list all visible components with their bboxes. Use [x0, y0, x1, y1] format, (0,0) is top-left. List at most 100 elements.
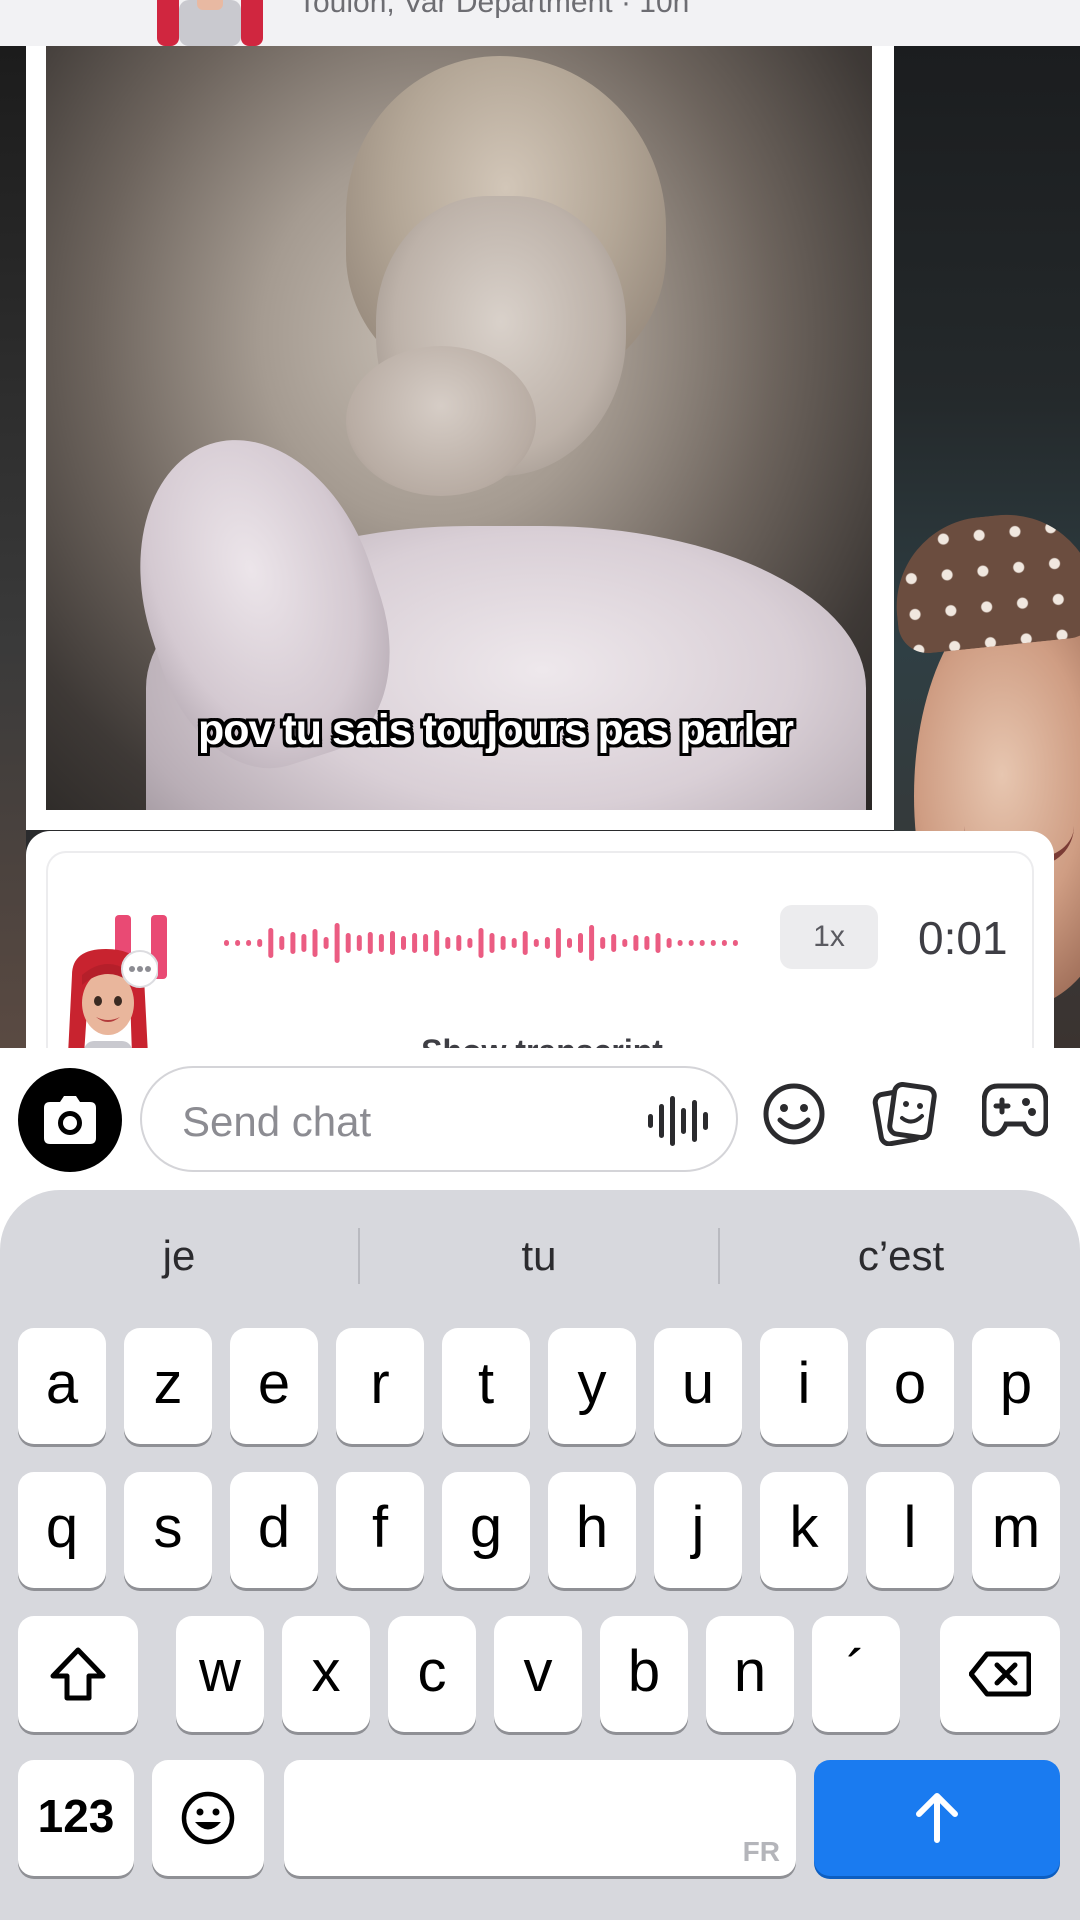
key-y[interactable]: y — [548, 1328, 636, 1444]
shared-photo[interactable]: pov tu sais toujours pas parler — [46, 46, 872, 810]
waveform-bar — [334, 923, 340, 963]
show-transcript-link[interactable]: Show transcript — [48, 1033, 1036, 1048]
key-x[interactable]: x — [282, 1616, 370, 1732]
friend-avatar[interactable] — [155, 0, 265, 46]
key-s[interactable]: s — [124, 1472, 212, 1588]
keyboard-language-label: FR — [742, 1836, 780, 1867]
waveform-bar — [688, 940, 694, 946]
send-chat-input[interactable]: Send chat — [140, 1066, 738, 1172]
waveform-bar — [511, 938, 517, 948]
emoji-keyboard-key[interactable] — [152, 1760, 264, 1876]
waveform-graphic[interactable] — [224, 915, 744, 971]
waveform-bar — [732, 940, 738, 946]
waveform-bar — [323, 937, 329, 949]
key-u[interactable]: u — [654, 1328, 742, 1444]
key-p[interactable]: p — [972, 1328, 1060, 1444]
key-e[interactable]: e — [230, 1328, 318, 1444]
send-chat-placeholder: Send chat — [182, 1098, 372, 1145]
send-key[interactable] — [814, 1760, 1060, 1876]
waveform-bar — [445, 937, 451, 949]
key-g[interactable]: g — [442, 1472, 530, 1588]
key-a[interactable]: a — [18, 1328, 106, 1444]
shift-icon — [50, 1647, 106, 1701]
waveform-bar — [699, 940, 705, 946]
key-m[interactable]: m — [972, 1472, 1060, 1588]
keyboard: je tu c’est a z e r t y u i o p q s d f … — [0, 1190, 1080, 1920]
key-c[interactable]: c — [388, 1616, 476, 1732]
waveform-bar — [644, 936, 650, 950]
key-d[interactable]: d — [230, 1472, 318, 1588]
shift-key[interactable] — [18, 1616, 138, 1732]
voice-wave-icon[interactable] — [648, 1096, 710, 1146]
suggestion-bar: je tu c’est — [0, 1220, 1080, 1292]
camera-icon — [44, 1096, 96, 1144]
key-acute-accent[interactable]: ´ — [812, 1616, 900, 1732]
waveform-bar — [589, 925, 595, 961]
suggestion-3[interactable]: c’est — [722, 1220, 1080, 1292]
waveform-bar — [500, 936, 506, 950]
waveform-bar — [633, 935, 639, 951]
waveform-bar — [279, 936, 285, 950]
stickers-icon[interactable] — [872, 1082, 938, 1146]
snap-message[interactable]: pov tu sais toujours pas parler — [26, 46, 894, 830]
key-l[interactable]: l — [866, 1472, 954, 1588]
arrow-up-icon — [916, 1793, 958, 1843]
waveform-bar — [710, 940, 716, 946]
key-h[interactable]: h — [548, 1472, 636, 1588]
waveform-bar — [578, 933, 583, 953]
suggestion-2[interactable]: tu — [360, 1220, 718, 1292]
waveform-bar — [423, 934, 429, 952]
key-o[interactable]: o — [866, 1328, 954, 1444]
key-i[interactable]: i — [760, 1328, 848, 1444]
waveform-bar — [456, 935, 462, 951]
waveform-bar — [544, 937, 550, 949]
chat-header: Toulon, Var Department · 10h — [0, 0, 1080, 46]
waveform-bar — [677, 940, 683, 946]
waveform-bar — [567, 938, 572, 948]
chat-input-bar: Send chat — [0, 1048, 1080, 1190]
waveform-bar — [622, 939, 628, 947]
emoji-icon[interactable] — [762, 1082, 826, 1146]
waveform-bar — [312, 929, 318, 957]
key-n[interactable]: n — [706, 1616, 794, 1732]
waveform-bar — [378, 934, 384, 952]
key-r[interactable]: r — [336, 1328, 424, 1444]
key-b[interactable]: b — [600, 1616, 688, 1732]
numbers-key[interactable]: 123 — [18, 1760, 134, 1876]
waveform-bar — [489, 933, 495, 953]
key-w[interactable]: w — [176, 1616, 264, 1732]
waveform-bar — [246, 940, 252, 946]
backspace-key[interactable] — [940, 1616, 1060, 1732]
waveform-bar — [600, 937, 606, 949]
waveform-bar — [301, 934, 307, 952]
waveform-bar — [224, 940, 229, 946]
playback-speed-button[interactable]: 1x — [780, 905, 878, 969]
background-video-left — [0, 46, 26, 1048]
waveform-bar — [268, 928, 274, 958]
voice-note-duration: 0:01 — [918, 912, 1008, 964]
suggestion-divider — [718, 1228, 720, 1284]
suggestion-1[interactable]: je — [0, 1220, 358, 1292]
game-controller-icon[interactable] — [982, 1082, 1048, 1138]
key-f[interactable]: f — [336, 1472, 424, 1588]
key-v[interactable]: v — [494, 1616, 582, 1732]
voice-note-message: 1x 0:01 Show transcript — [26, 831, 1054, 1048]
key-j[interactable]: j — [654, 1472, 742, 1588]
key-k[interactable]: k — [760, 1472, 848, 1588]
camera-button[interactable] — [18, 1068, 122, 1172]
chat-area[interactable]: pov tu sais toujours pas parler 1x 0:01 … — [0, 46, 1080, 1048]
waveform-bar — [666, 938, 672, 948]
location-subtitle: Toulon, Var Department · 10h — [298, 0, 690, 19]
waveform-bar — [390, 931, 395, 955]
waveform-bar — [522, 931, 528, 955]
key-z[interactable]: z — [124, 1328, 212, 1444]
waveform-bar — [401, 936, 406, 950]
waveform-bar — [345, 933, 351, 953]
emoji-icon — [181, 1791, 235, 1845]
waveform-bar — [555, 928, 561, 958]
key-t[interactable]: t — [442, 1328, 530, 1444]
waveform-bar — [434, 930, 440, 956]
waveform-bar — [412, 933, 418, 953]
key-q[interactable]: q — [18, 1472, 106, 1588]
space-bar[interactable]: FR — [284, 1760, 796, 1876]
